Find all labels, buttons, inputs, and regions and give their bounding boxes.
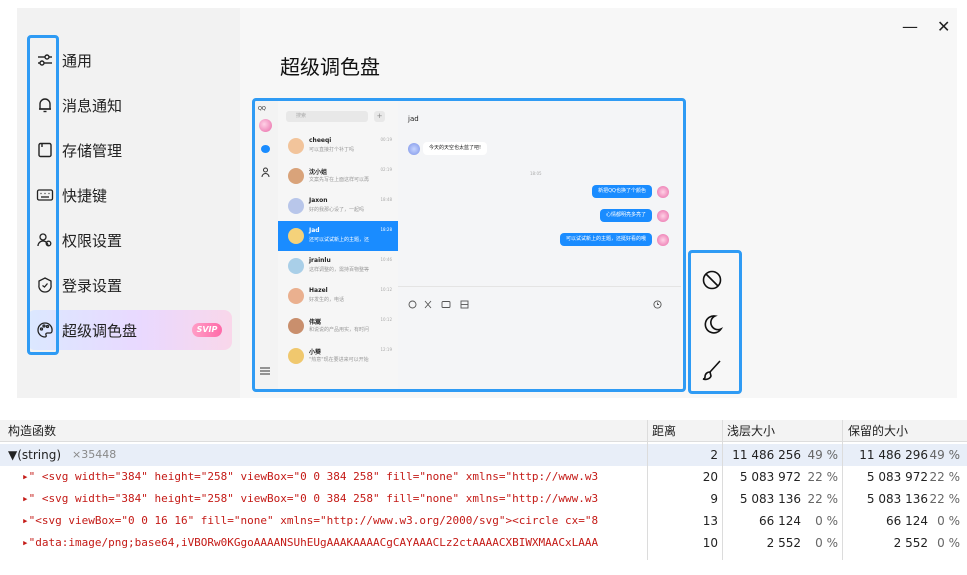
column-divider	[647, 420, 648, 560]
retained-percent: 49 %	[929, 448, 961, 462]
retained-size: 11 486 296	[859, 448, 928, 462]
constructor-name: ▸" <svg width="384" height="258" viewBox…	[22, 470, 599, 483]
distance-value: 9	[710, 492, 718, 506]
constructor-name: ▼(string)	[8, 448, 62, 462]
shallow-percent: 49 %	[807, 448, 839, 462]
retained-percent: 22 %	[929, 470, 961, 484]
table-row[interactable]: ▸"data:image/png;base64,iVBORw0KGgoAAAAN…	[0, 532, 967, 554]
distance-value: 20	[702, 470, 718, 484]
shallow-percent: 0 %	[815, 536, 838, 550]
distance-value: 10	[702, 536, 718, 550]
page-title: 超级调色盘	[280, 55, 380, 79]
annotation-box-preview	[252, 98, 686, 392]
shallow-percent: 22 %	[807, 470, 839, 484]
svip-badge: SVIP	[192, 323, 222, 337]
table-row[interactable]: ▸" <svg width="384" height="258" viewBox…	[0, 488, 967, 510]
shallow-percent: 22 %	[807, 492, 839, 506]
sidebar-item-label: 超级调色盘	[62, 322, 138, 340]
instance-count: ×35448	[72, 448, 117, 461]
table-row[interactable]: ▸" <svg width="384" height="258" viewBox…	[0, 466, 967, 488]
col-retained-size[interactable]: 保留的大小	[848, 420, 908, 442]
distance-value: 13	[702, 514, 718, 528]
close-button[interactable]: ✕	[937, 18, 950, 36]
annotation-box-tools	[688, 250, 742, 394]
sidebar-item-label: 通用	[62, 52, 93, 70]
sidebar-item-label: 快捷键	[62, 187, 108, 205]
constructor-name: ▸"<svg viewBox="0 0 16 16" fill="none" x…	[22, 514, 599, 527]
annotation-box-sidebar-icons	[27, 35, 59, 355]
col-distance[interactable]: 距离	[652, 420, 676, 442]
col-constructor[interactable]: 构造函数	[8, 420, 56, 442]
retained-size: 2 552	[893, 536, 928, 550]
shallow-size: 2 552	[766, 536, 801, 550]
retained-percent: 0 %	[937, 514, 960, 528]
sidebar-item-label: 存储管理	[62, 142, 123, 160]
constructor-name: ▸"data:image/png;base64,iVBORw0KGgoAAAAN…	[22, 536, 599, 549]
table-row[interactable]: ▼(string) ×35448 2 11 486 256 49 % 11 486 296…	[0, 444, 967, 466]
table-row[interactable]: ▸"<svg viewBox="0 0 16 16" fill="none" x…	[0, 510, 967, 532]
sidebar-item-label: 权限设置	[62, 232, 123, 250]
table-header	[0, 420, 967, 442]
retained-size: 5 083 972	[866, 470, 928, 484]
settings-window: 通用 消息通知 存储管理 快捷键 权限设置 登录设置 超级调色盘 SVIP —	[17, 8, 957, 398]
shallow-size: 5 083 136	[739, 492, 801, 506]
column-divider	[842, 420, 843, 560]
distance-value: 2	[710, 448, 718, 462]
heap-snapshot-table: 构造函数 距离 浅层大小 保留的大小 ▼(string) ×35448 2 11 48…	[0, 420, 967, 575]
retained-percent: 0 %	[937, 536, 960, 550]
sidebar-item-label: 消息通知	[62, 97, 123, 115]
col-shallow-size[interactable]: 浅层大小	[727, 420, 775, 442]
shallow-percent: 0 %	[815, 514, 838, 528]
sidebar-item-label: 登录设置	[62, 277, 123, 295]
retained-size: 5 083 136	[866, 492, 928, 506]
retained-size: 66 124	[886, 514, 928, 528]
column-divider	[722, 420, 723, 560]
constructor-name: ▸" <svg width="384" height="258" viewBox…	[22, 492, 599, 505]
shallow-size: 11 486 256	[732, 448, 801, 462]
shallow-size: 5 083 972	[739, 470, 801, 484]
shallow-size: 66 124	[759, 514, 801, 528]
minimize-button[interactable]: —	[902, 18, 918, 36]
retained-percent: 22 %	[929, 492, 961, 506]
